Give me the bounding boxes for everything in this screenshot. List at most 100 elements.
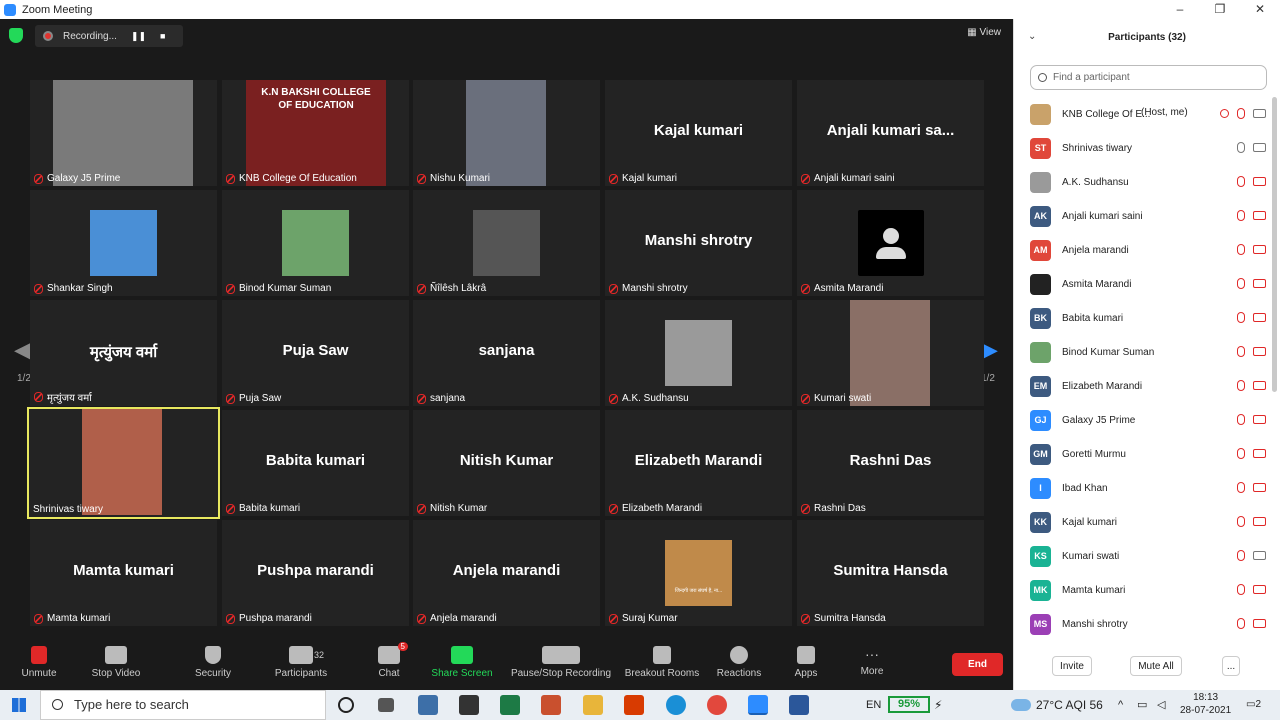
- participant-tile[interactable]: मृत्युंजय वर्मा मृत्युंजय वर्मा: [30, 300, 217, 406]
- pause-stop-recording-button[interactable]: Pause/Stop Recording: [508, 646, 614, 679]
- mic-muted-icon[interactable]: [1237, 516, 1245, 527]
- participant-tile[interactable]: जिन्दगी जरा संघर्ष है, ना... Suraj Kumar: [605, 520, 792, 626]
- unmute-button[interactable]: Unmute: [18, 646, 60, 679]
- stop-video-button[interactable]: Stop Video: [89, 646, 143, 679]
- participant-row[interactable]: KNB College Of E... (Host, me): [1014, 97, 1272, 131]
- participant-tile[interactable]: Shankar Singh: [30, 190, 217, 296]
- camera-off-icon[interactable]: [1253, 619, 1266, 628]
- maximize-button[interactable]: ❐: [1200, 0, 1240, 19]
- input-language[interactable]: EN: [866, 690, 881, 720]
- participant-row[interactable]: Binod Kumar Suman: [1014, 335, 1272, 369]
- participant-row[interactable]: I Ibad Khan: [1014, 471, 1272, 505]
- windows-start-icon[interactable]: [12, 698, 26, 712]
- participant-tile[interactable]: Puja Saw Puja Saw: [222, 300, 409, 406]
- mic-muted-icon[interactable]: [1237, 312, 1245, 323]
- camera-off-icon[interactable]: [1253, 449, 1266, 458]
- mic-muted-icon[interactable]: [1237, 414, 1245, 425]
- participant-row[interactable]: KS Kumari swati: [1014, 539, 1272, 573]
- mic-muted-icon[interactable]: [1237, 210, 1245, 221]
- office-icon[interactable]: [624, 695, 644, 715]
- participant-tile[interactable]: Nitish Kumar Nitish Kumar: [413, 410, 600, 516]
- reactions-button[interactable]: Reactions: [715, 646, 763, 679]
- participant-row[interactable]: EM Elizabeth Marandi: [1014, 369, 1272, 403]
- participant-row[interactable]: MS Manshi shrotry: [1014, 607, 1272, 641]
- participant-row[interactable]: GJ Galaxy J5 Prime: [1014, 403, 1272, 437]
- app-settings-icon[interactable]: [418, 695, 438, 715]
- camera-off-icon[interactable]: [1253, 313, 1266, 322]
- breakout-rooms-button[interactable]: Breakout Rooms: [622, 646, 702, 679]
- participant-tile[interactable]: Kajal kumari Kajal kumari: [605, 80, 792, 186]
- participant-tile[interactable]: Binod Kumar Suman: [222, 190, 409, 296]
- weather-readout[interactable]: 27°C AQI 56: [1036, 690, 1103, 720]
- panel-more-button[interactable]: ...: [1222, 656, 1240, 676]
- view-button[interactable]: ▦ View: [967, 27, 1001, 38]
- volume-icon[interactable]: ◁: [1157, 690, 1165, 720]
- participant-tile[interactable]: Nishu Kumari: [413, 80, 600, 186]
- participant-row[interactable]: ST Shrinivas tiwary: [1014, 131, 1272, 165]
- camera-off-icon[interactable]: [1253, 585, 1266, 594]
- camera-on-icon[interactable]: [1253, 551, 1266, 560]
- participant-tile[interactable]: Anjela marandi Anjela marandi: [413, 520, 600, 626]
- camera-off-icon[interactable]: [1253, 279, 1266, 288]
- camera-on-icon[interactable]: [1253, 109, 1266, 118]
- participant-tile[interactable]: Mamta kumari Mamta kumari: [30, 520, 217, 626]
- mic-muted-icon[interactable]: [1237, 346, 1245, 357]
- excel-icon[interactable]: [500, 695, 520, 715]
- participant-tile[interactable]: Galaxy J5 Prime: [30, 80, 217, 186]
- end-meeting-button[interactable]: End: [952, 653, 1003, 676]
- participant-row[interactable]: A.K. Sudhansu: [1014, 165, 1272, 199]
- participant-row[interactable]: AK Anjali kumari saini: [1014, 199, 1272, 233]
- participant-tile[interactable]: A.K. Sudhansu: [605, 300, 792, 406]
- presentation-app-icon[interactable]: [541, 695, 561, 715]
- chat-button[interactable]: 5 Chat: [374, 642, 408, 679]
- participant-row[interactable]: KK Kajal kumari: [1014, 505, 1272, 539]
- camera-off-icon[interactable]: [1253, 211, 1266, 220]
- share-screen-button[interactable]: Share Screen: [430, 646, 494, 679]
- minimize-button[interactable]: –: [1160, 0, 1200, 19]
- cortana-icon[interactable]: [338, 697, 354, 713]
- participant-search-input[interactable]: Find a participant: [1030, 65, 1267, 90]
- pause-recording-button[interactable]: ❚❚: [131, 31, 146, 42]
- word-icon[interactable]: [789, 695, 809, 715]
- mic-muted-icon[interactable]: [1237, 448, 1245, 459]
- close-button[interactable]: ✕: [1240, 0, 1280, 19]
- mic-muted-icon[interactable]: [1237, 244, 1245, 255]
- invite-button[interactable]: Invite: [1052, 656, 1092, 676]
- participant-tile[interactable]: Anjali kumari sa... Anjali kumari saini: [797, 80, 984, 186]
- notifications-button[interactable]: ▭2: [1246, 690, 1261, 720]
- participants-button[interactable]: 32 Participants: [272, 646, 330, 679]
- participant-row[interactable]: MK Mamta kumari: [1014, 573, 1272, 607]
- taskbar-search-box[interactable]: Type here to search: [40, 690, 326, 720]
- camera-off-icon[interactable]: [1253, 347, 1266, 356]
- mic-muted-icon[interactable]: [1237, 618, 1245, 629]
- mic-on-icon[interactable]: [1237, 142, 1245, 153]
- mic-muted-icon[interactable]: [1237, 550, 1245, 561]
- participant-tile[interactable]: sanjana sanjana: [413, 300, 600, 406]
- mic-muted-icon[interactable]: [1237, 380, 1245, 391]
- encryption-shield-icon[interactable]: [9, 28, 23, 43]
- participant-tile[interactable]: Kumari swati: [797, 300, 984, 406]
- stop-recording-button[interactable]: ■: [160, 31, 165, 41]
- camera-off-icon[interactable]: [1253, 177, 1266, 186]
- participant-tile[interactable]: Rashni Das Rashni Das: [797, 410, 984, 516]
- camera-on-icon[interactable]: [1253, 143, 1266, 152]
- mute-all-button[interactable]: Mute All: [1130, 656, 1182, 676]
- participant-row[interactable]: AM Anjela marandi: [1014, 233, 1272, 267]
- network-icon[interactable]: ▭: [1137, 690, 1147, 720]
- participant-row[interactable]: BK Babita kumari: [1014, 301, 1272, 335]
- participant-tile[interactable]: Ñîlêsh Lâkrâ: [413, 190, 600, 296]
- participant-tile[interactable]: Elizabeth Marandi Elizabeth Marandi: [605, 410, 792, 516]
- battery-indicator[interactable]: 95%: [888, 696, 930, 713]
- apps-button[interactable]: Apps: [790, 646, 822, 679]
- prev-page-arrow-icon[interactable]: ◀: [14, 337, 31, 363]
- participant-tile[interactable]: Sumitra Hansda Sumitra Hansda: [797, 520, 984, 626]
- chrome-browser-icon[interactable]: [707, 695, 727, 715]
- participant-tile[interactable]: Shrinivas tiwary: [27, 407, 220, 519]
- camera-off-icon[interactable]: [1253, 415, 1266, 424]
- store-icon[interactable]: [459, 695, 479, 715]
- edge-browser-icon[interactable]: [666, 695, 686, 715]
- zoom-taskbar-icon[interactable]: [748, 695, 768, 715]
- camera-off-icon[interactable]: [1253, 517, 1266, 526]
- camera-off-icon[interactable]: [1253, 483, 1266, 492]
- participant-tile[interactable]: Pushpa marandi Pushpa marandi: [222, 520, 409, 626]
